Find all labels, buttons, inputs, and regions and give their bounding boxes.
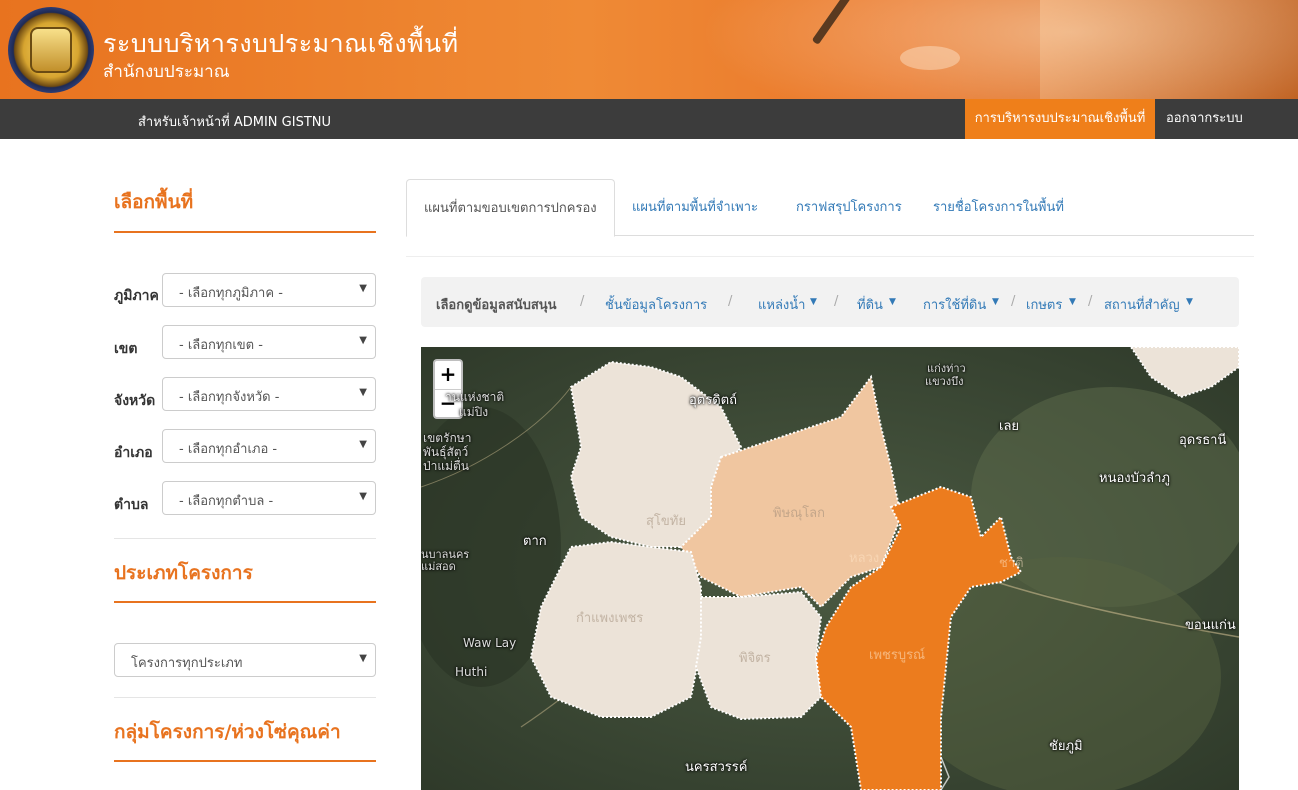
map-label-place: แขวงบึง	[925, 375, 964, 388]
top-navbar: สำหรับเจ้าหน้าที่ ADMIN GISTNU การบริหาร…	[0, 99, 1298, 139]
zone-select-value: - เลือกทุกเขต -	[179, 338, 263, 353]
chevron-down-icon: ▼	[359, 283, 367, 294]
project-type-heading: ประเภทโครงการ	[114, 562, 253, 584]
seal-emblem	[30, 27, 72, 73]
zone-select[interactable]: - เลือกทุกเขต - ▼	[162, 325, 376, 359]
separator: /	[1011, 294, 1016, 309]
divider	[114, 538, 376, 539]
project-type-select[interactable]: โครงการทุกประเภท ▼	[114, 643, 376, 677]
government-seal-logo[interactable]	[8, 7, 94, 93]
layer-water-dropdown[interactable]: แหล่งน้ำ	[758, 294, 805, 315]
zoom-in-button[interactable]: +	[435, 361, 461, 389]
map-label-huthi: Huthi	[455, 665, 488, 679]
caret-down-icon: ▼	[810, 297, 817, 307]
map-label-nongbua: หนองบัวลำภู	[1099, 471, 1170, 486]
tab-project-summary-chart[interactable]: กราฟสรุปโครงการ	[779, 179, 919, 236]
map-label-udon: อุดรธานี	[1179, 433, 1227, 448]
project-type-value: โครงการทุกประเภท	[131, 656, 243, 671]
region-label: ภูมิภาค	[114, 288, 159, 304]
layer-landuse-dropdown[interactable]: การใช้ที่ดิน	[923, 294, 986, 315]
view-tabs: แผนที่ตามขอบเขตการปกครอง แผนที่ตามพื้นที…	[406, 179, 1254, 237]
map-label-wawlay: Waw Lay	[463, 636, 517, 650]
province-select-value: - เลือกทุกจังหวัด -	[179, 390, 280, 405]
user-label: สำหรับเจ้าหน้าที่ ADMIN GISTNU	[138, 115, 332, 130]
separator: /	[834, 294, 839, 309]
map-label-wildlife-sanctuary: ป่าแม่ตื่น	[423, 459, 469, 473]
site-header: ระบบบริหารงบประมาณเชิงพื้นที่ สำนักงบประ…	[0, 0, 1298, 99]
logout-link[interactable]: ออกจากระบบ	[1166, 99, 1243, 139]
header-background-image	[1040, 0, 1298, 99]
district-select-value: - เลือกทุกอำเภอ -	[179, 442, 278, 457]
project-type-rule	[114, 601, 376, 603]
hand-decoration	[900, 46, 960, 70]
support-data-label: เลือกดูข้อมูลสนับสนุน	[436, 298, 557, 313]
chevron-down-icon: ▼	[359, 491, 367, 502]
divider	[406, 256, 1254, 257]
subdistrict-select[interactable]: - เลือกทุกตำบล - ▼	[162, 481, 376, 515]
map-label-place: หลวง	[849, 551, 880, 566]
divider	[114, 697, 376, 698]
province-label-phichit: พิจิตร	[739, 651, 771, 666]
caret-down-icon: ▼	[1069, 297, 1076, 307]
chevron-down-icon: ▼	[359, 335, 367, 346]
map-label-mae-sot: แม่สอด	[421, 560, 456, 573]
area-heading-rule	[114, 231, 376, 233]
map-label-loei: เลย	[999, 419, 1020, 434]
layer-land-dropdown[interactable]: ที่ดิน	[857, 294, 883, 315]
subdistrict-label: ตำบล	[114, 497, 149, 513]
area-heading: เลือกพื้นที่	[114, 191, 194, 213]
region-select[interactable]: - เลือกทุกภูมิภาค - ▼	[162, 273, 376, 307]
subdistrict-select-value: - เลือกทุกตำบล -	[179, 494, 274, 509]
project-group-heading: กลุ่มโครงการ/ห่วงโซ่คุณค่า	[114, 721, 341, 743]
caret-down-icon: ▼	[889, 297, 896, 307]
map-view[interactable]: + − อุตรดิตถ์ เลย อุดรธานี หนองบัวลำภู ต…	[421, 347, 1239, 790]
caret-down-icon: ▼	[1186, 297, 1193, 307]
chevron-down-icon: ▼	[359, 439, 367, 450]
layer-agriculture-dropdown[interactable]: เกษตร	[1026, 294, 1062, 315]
nav-item-budget-management[interactable]: การบริหารงบประมาณเชิงพื้นที่	[965, 99, 1155, 139]
province-label-phetchabun: เพชรบูรณ์	[869, 648, 926, 663]
map-label-uttaradit: อุตรดิตถ์	[689, 393, 737, 408]
chevron-down-icon: ▼	[359, 653, 367, 664]
district-label: อำเภอ	[114, 445, 153, 461]
project-group-rule	[114, 760, 376, 762]
site-subtitle: สำนักงบประมาณ	[103, 62, 230, 82]
province-label-kamphaengphet: กำแพงเพชร	[576, 611, 644, 626]
zone-label: เขต	[114, 341, 138, 357]
map-label-khonkaen: ขอนแก่น	[1185, 618, 1236, 633]
district-select[interactable]: - เลือกทุกอำเภอ - ▼	[162, 429, 376, 463]
province-label-phitsanulok: พิษณุโลก	[773, 506, 826, 521]
map-label-nakhonsawan: นครสวรรค์	[685, 760, 748, 775]
map-label-tak: ตาก	[523, 534, 547, 549]
support-data-bar: เลือกดูข้อมูลสนับสนุน / ชั้นข้อมูลโครงกา…	[421, 277, 1239, 327]
caret-down-icon: ▼	[992, 297, 999, 307]
province-label-sukhothai: สุโขทัย	[646, 514, 686, 529]
map-label-place: ชาติ	[999, 556, 1024, 571]
province-select[interactable]: - เลือกทุกจังหวัด - ▼	[162, 377, 376, 411]
separator: /	[728, 294, 733, 309]
chevron-down-icon: ▼	[359, 387, 367, 398]
tab-specific-area-map[interactable]: แผนที่ตามพื้นที่จำเพาะ	[615, 179, 775, 236]
layer-landmarks-dropdown[interactable]: สถานที่สำคัญ	[1104, 294, 1180, 315]
map-canvas	[421, 347, 1239, 790]
map-label-national-park: แม่ปิง	[459, 405, 489, 419]
layer-projects-link[interactable]: ชั้นข้อมูลโครงการ	[605, 294, 707, 315]
map-label-chaiyaphum: ชัยภูมิ	[1049, 739, 1083, 754]
tab-admin-boundary-map[interactable]: แผนที่ตามขอบเขตการปกครอง	[406, 179, 615, 237]
separator: /	[580, 294, 585, 309]
separator: /	[1088, 294, 1093, 309]
province-label: จังหวัด	[114, 393, 156, 409]
region-select-value: - เลือกทุกภูมิภาค -	[179, 286, 283, 301]
tab-project-list[interactable]: รายชื่อโครงการในพื้นที่	[916, 179, 1081, 236]
